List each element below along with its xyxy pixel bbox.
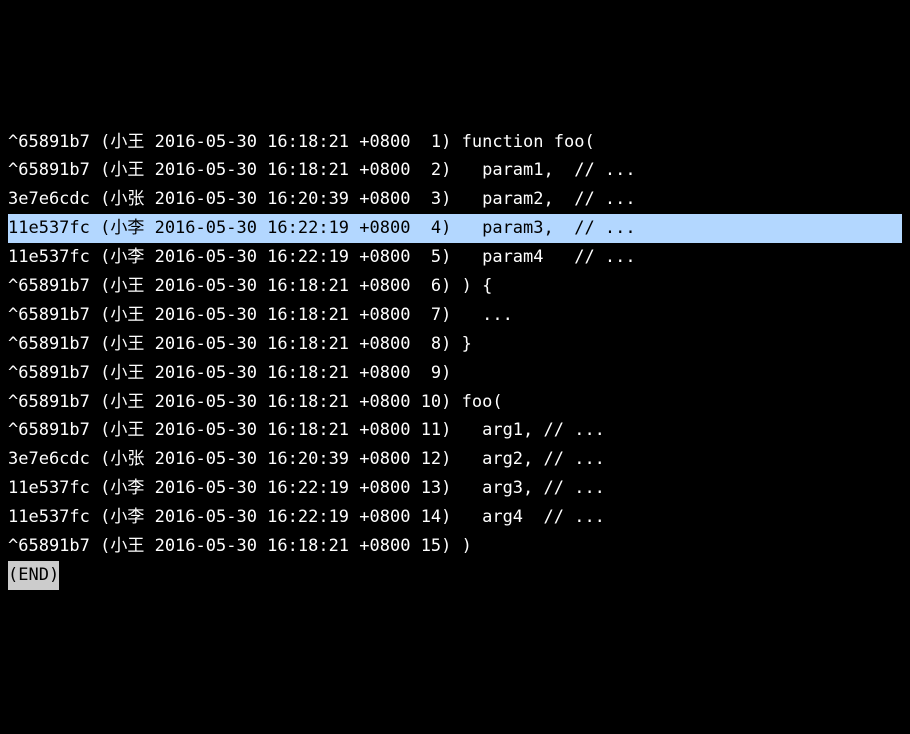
blame-line-5: 11e537fc (小李 2016-05-30 16:22:19 +0800 5… — [8, 243, 902, 272]
blame-line-11: ^65891b7 (小王 2016-05-30 16:18:21 +0800 1… — [8, 416, 902, 445]
blame-line-1: ^65891b7 (小王 2016-05-30 16:18:21 +0800 1… — [8, 128, 902, 157]
blame-line-14: 11e537fc (小李 2016-05-30 16:22:19 +0800 1… — [8, 503, 902, 532]
blame-line-7: ^65891b7 (小王 2016-05-30 16:18:21 +0800 7… — [8, 301, 902, 330]
blame-line-10: ^65891b7 (小王 2016-05-30 16:18:21 +0800 1… — [8, 388, 902, 417]
blame-line-12: 3e7e6cdc (小张 2016-05-30 16:20:39 +0800 1… — [8, 445, 902, 474]
pager-end-marker: (END) — [8, 561, 59, 590]
blame-line-6: ^65891b7 (小王 2016-05-30 16:18:21 +0800 6… — [8, 272, 902, 301]
blame-line-13: 11e537fc (小李 2016-05-30 16:22:19 +0800 1… — [8, 474, 902, 503]
pager-end-line: (END) — [8, 561, 902, 590]
blame-line-15: ^65891b7 (小王 2016-05-30 16:18:21 +0800 1… — [8, 532, 902, 561]
blame-line-4: 11e537fc (小李 2016-05-30 16:22:19 +0800 4… — [8, 214, 902, 243]
terminal-output: ^65891b7 (小王 2016-05-30 16:18:21 +0800 1… — [8, 128, 902, 590]
blame-line-3: 3e7e6cdc (小张 2016-05-30 16:20:39 +0800 3… — [8, 185, 902, 214]
blame-line-8: ^65891b7 (小王 2016-05-30 16:18:21 +0800 8… — [8, 330, 902, 359]
blame-line-9: ^65891b7 (小王 2016-05-30 16:18:21 +0800 9… — [8, 359, 902, 388]
blame-line-2: ^65891b7 (小王 2016-05-30 16:18:21 +0800 2… — [8, 156, 902, 185]
